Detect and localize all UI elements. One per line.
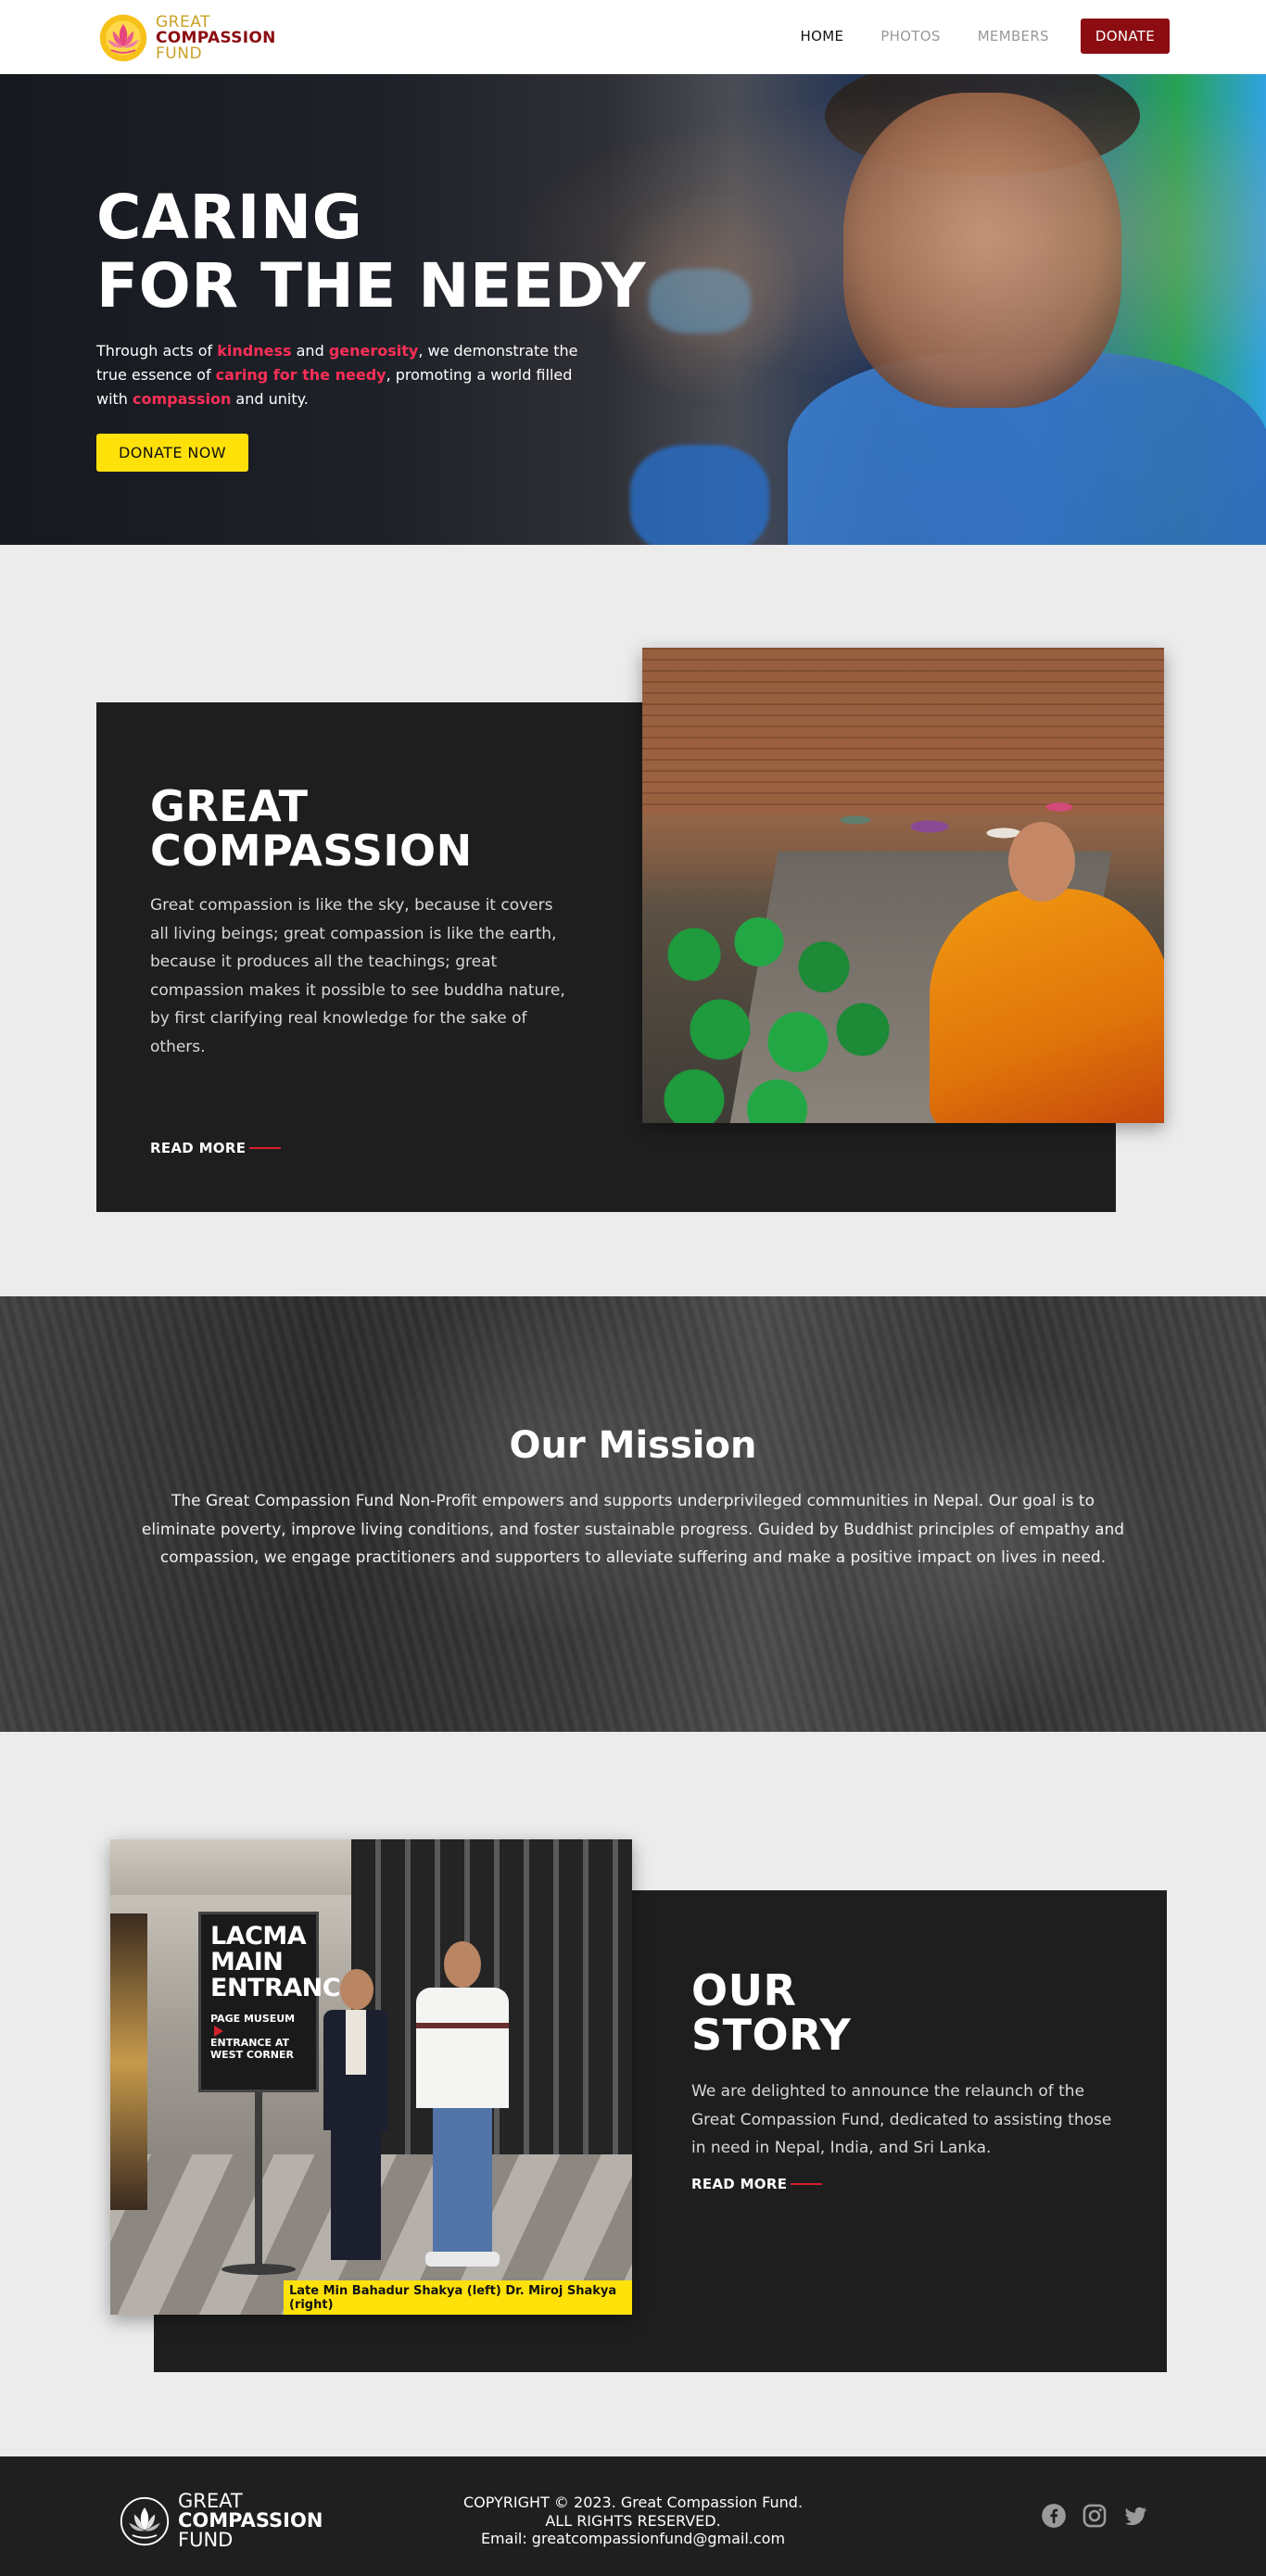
great-compassion-text: Great compassion is like the sky, becaus… (150, 896, 565, 1056)
great-compassion-read-more-link[interactable]: READ MORE (150, 1140, 282, 1156)
great-compassion-title-line-2: COMPASSION (150, 826, 473, 876)
hero-content: CARING FOR THE NEEDY Through acts of kin… (96, 183, 671, 472)
man-right-shoes (425, 2252, 500, 2267)
our-story-text: We are delighted to announce the relaunc… (691, 2082, 1112, 2157)
footer-email[interactable]: Email: greatcompassionfund@gmail.com (0, 2530, 1266, 2548)
sign-sub-1: PAGE MUSEUM (210, 2013, 296, 2025)
read-more-label: READ MORE (150, 1140, 247, 1156)
our-story-section: OUR STORY We are delighted to announce t… (0, 1732, 1266, 2456)
hero-description: Through acts of kindness and generosity,… (96, 339, 597, 411)
sign-sub-text: PAGE MUSEUM ENTRANCE AT WEST CORNER (210, 2013, 307, 2061)
great-compassion-title-line-1: GREAT (150, 781, 309, 831)
donate-now-button[interactable]: DONATE NOW (96, 434, 248, 472)
man-right-stripe (416, 2023, 509, 2028)
hero-highlight-caring: caring for the needy (215, 366, 386, 384)
top-navbar: GREAT COMPASSION FUND HOME PHOTOS MEMBER… (0, 0, 1266, 74)
photo-man-right (416, 1941, 509, 2275)
brand-line-3: FUND (156, 44, 203, 63)
facebook-icon[interactable] (1041, 2503, 1067, 2529)
hero-highlight-compassion: compassion (133, 390, 232, 408)
our-story-title-line-2: STORY (691, 2010, 852, 2060)
hero-desc-text-1: Through acts of (96, 342, 218, 360)
lotus-logo-icon (99, 14, 147, 62)
sign-base (222, 2264, 296, 2275)
photo-green-bags (642, 879, 902, 1123)
sign-sub-2: ENTRANCE AT WEST CORNER (210, 2037, 294, 2061)
mission-title: Our Mission (509, 1424, 757, 1467)
read-more-label: READ MORE (691, 2176, 788, 2192)
sign-pole (255, 2092, 262, 2268)
site-footer: GREAT COMPASSION FUND COPYRIGHT © 2023. … (0, 2456, 1266, 2576)
nav-item-photos[interactable]: PHOTOS (880, 28, 940, 44)
photo-people-group (781, 768, 1152, 898)
twitter-icon[interactable] (1122, 2503, 1148, 2529)
nav-item-home[interactable]: HOME (801, 28, 844, 44)
read-more-underline (791, 2183, 823, 2185)
our-story-read-more-link[interactable]: READ MORE (691, 2176, 823, 2192)
founders-photo: LACMA MAIN ENTRANCE PAGE MUSEUM ENTRANCE … (110, 1839, 632, 2315)
photo-side-banner (110, 1913, 147, 2210)
hero-desc-text-2: and (291, 342, 329, 360)
nav-donate-button[interactable]: DONATE (1080, 19, 1170, 54)
man-left-shirt (346, 2010, 366, 2075)
man-right-sweater (416, 1988, 509, 2108)
great-compassion-section: GREAT COMPASSION Great compassion is lik… (0, 545, 1266, 1296)
sign-line-2: MAIN (210, 1948, 284, 1976)
photo-caption: Late Min Bahadur Shakya (left) Dr. Miroj… (284, 2280, 632, 2315)
man-left-legs (331, 2130, 381, 2260)
man-right-head (444, 1941, 481, 1988)
sign-line-3: ENTRANCE (210, 1974, 358, 2002)
instagram-icon[interactable] (1082, 2503, 1108, 2529)
our-story-title-line-1: OUR (691, 1965, 797, 2015)
hero-desc-text-5: and unity. (231, 390, 309, 408)
brand-line-2: COMPASSION (156, 28, 276, 47)
photo-monk-robe (930, 889, 1164, 1123)
donation-distribution-photo (642, 648, 1164, 1123)
social-links (1041, 2503, 1148, 2529)
sign-arrow-icon (214, 2026, 223, 2037)
mission-text: The Great Compassion Fund Non-Profit emp… (141, 1492, 1125, 1567)
lacma-sign: LACMA MAIN ENTRANCE PAGE MUSEUM ENTRANCE … (198, 1912, 358, 2092)
nav-item-members[interactable]: MEMBERS (978, 28, 1049, 44)
hero-highlight-kindness: kindness (217, 342, 292, 360)
hero-title-line-1: CARING (96, 182, 363, 253)
brand-wordmark: GREAT COMPASSION FUND (156, 12, 276, 63)
brand-line-1: GREAT (156, 12, 210, 32)
read-more-underline (249, 1147, 282, 1149)
hero-title: CARING FOR THE NEEDY (96, 183, 671, 321)
hero-title-line-2: FOR THE NEEDY (96, 250, 646, 322)
man-right-jeans (433, 2108, 492, 2256)
sign-line-1: LACMA (210, 1922, 307, 1951)
photo-monk-head (1008, 822, 1075, 902)
man-left-head (340, 1969, 373, 2010)
brand-logo[interactable]: GREAT COMPASSION FUND (96, 12, 276, 64)
nav-links: HOME PHOTOS MEMBERS DONATE (764, 19, 1170, 54)
hero-section: CARING FOR THE NEEDY Through acts of kin… (0, 74, 1266, 545)
our-story-title: OUR STORY (691, 1968, 851, 2057)
great-compassion-title: GREAT COMPASSION (150, 784, 473, 873)
photo-man-left (323, 1969, 388, 2266)
hero-highlight-generosity: generosity (328, 342, 419, 360)
mission-section: Our Mission The Great Compassion Fund No… (0, 1296, 1266, 1732)
